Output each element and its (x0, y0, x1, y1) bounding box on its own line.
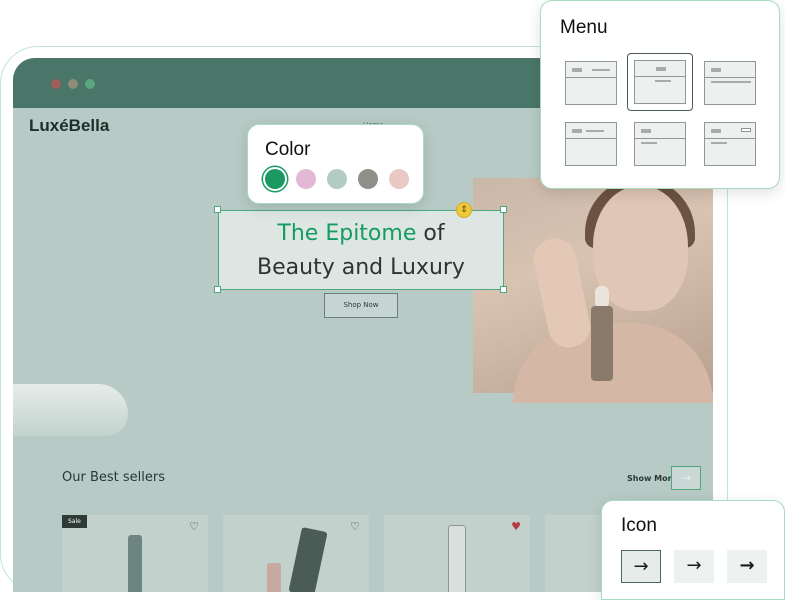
resize-handle-bl[interactable] (214, 286, 221, 293)
color-swatch[interactable] (265, 169, 285, 189)
color-swatch[interactable] (296, 169, 316, 189)
color-swatch[interactable] (327, 169, 347, 189)
menu-layout-option[interactable] (634, 60, 686, 104)
product-card[interactable]: ♡ (223, 515, 369, 592)
shop-now-button[interactable]: Shop Now (324, 293, 398, 318)
rotate-handle-icon[interactable]: ⇕ (456, 202, 472, 218)
menu-layout-option[interactable] (634, 122, 686, 166)
menu-layout-option[interactable] (704, 122, 756, 166)
color-swatch[interactable] (358, 169, 378, 189)
product-card[interactable]: ♥ (384, 515, 530, 592)
arrow-icon[interactable]: → (674, 550, 714, 583)
sale-badge: Sale (62, 515, 87, 528)
resize-handle-br[interactable] (500, 286, 507, 293)
color-panel-title: Color (265, 139, 311, 160)
color-panel: Color (247, 124, 424, 204)
heart-icon[interactable]: ♡ (189, 520, 199, 533)
menu-layout-option[interactable] (565, 122, 617, 166)
show-more-arrow-icon[interactable]: → (671, 466, 701, 490)
heart-filled-icon[interactable]: ♥ (511, 520, 521, 533)
menu-layout-option[interactable] (565, 61, 617, 105)
close-dot[interactable] (51, 79, 61, 89)
cream-swatch-image (13, 384, 128, 436)
headline-rest: of (416, 221, 445, 246)
bold-arrow-icon[interactable]: → (727, 550, 767, 583)
color-swatch[interactable] (389, 169, 409, 189)
show-more-link[interactable]: Show More (627, 474, 677, 483)
minimize-dot[interactable] (68, 79, 78, 89)
heart-icon[interactable]: ♡ (350, 520, 360, 533)
headline-accent: The Epitome (277, 221, 417, 246)
menu-layout-panel: Menu (540, 0, 780, 189)
menu-layout-option[interactable] (704, 61, 756, 105)
product-card[interactable]: Sale ♡ (62, 515, 208, 592)
menu-panel-title: Menu (560, 17, 608, 38)
icon-panel-title: Icon (621, 515, 657, 536)
icon-panel: Icon → → → (601, 500, 785, 600)
thin-arrow-icon[interactable]: → (621, 550, 661, 583)
hero-model-image (473, 178, 713, 403)
headline-line2: Beauty and Luxury (257, 255, 465, 280)
resize-handle-tl[interactable] (214, 206, 221, 213)
maximize-dot[interactable] (85, 79, 95, 89)
best-sellers-title: Our Best sellers (62, 470, 165, 485)
hero-headline[interactable]: The Epitome of Beauty and Luxury (218, 210, 504, 290)
resize-handle-tr[interactable] (500, 206, 507, 213)
site-logo[interactable]: LuxéBella (29, 116, 109, 136)
